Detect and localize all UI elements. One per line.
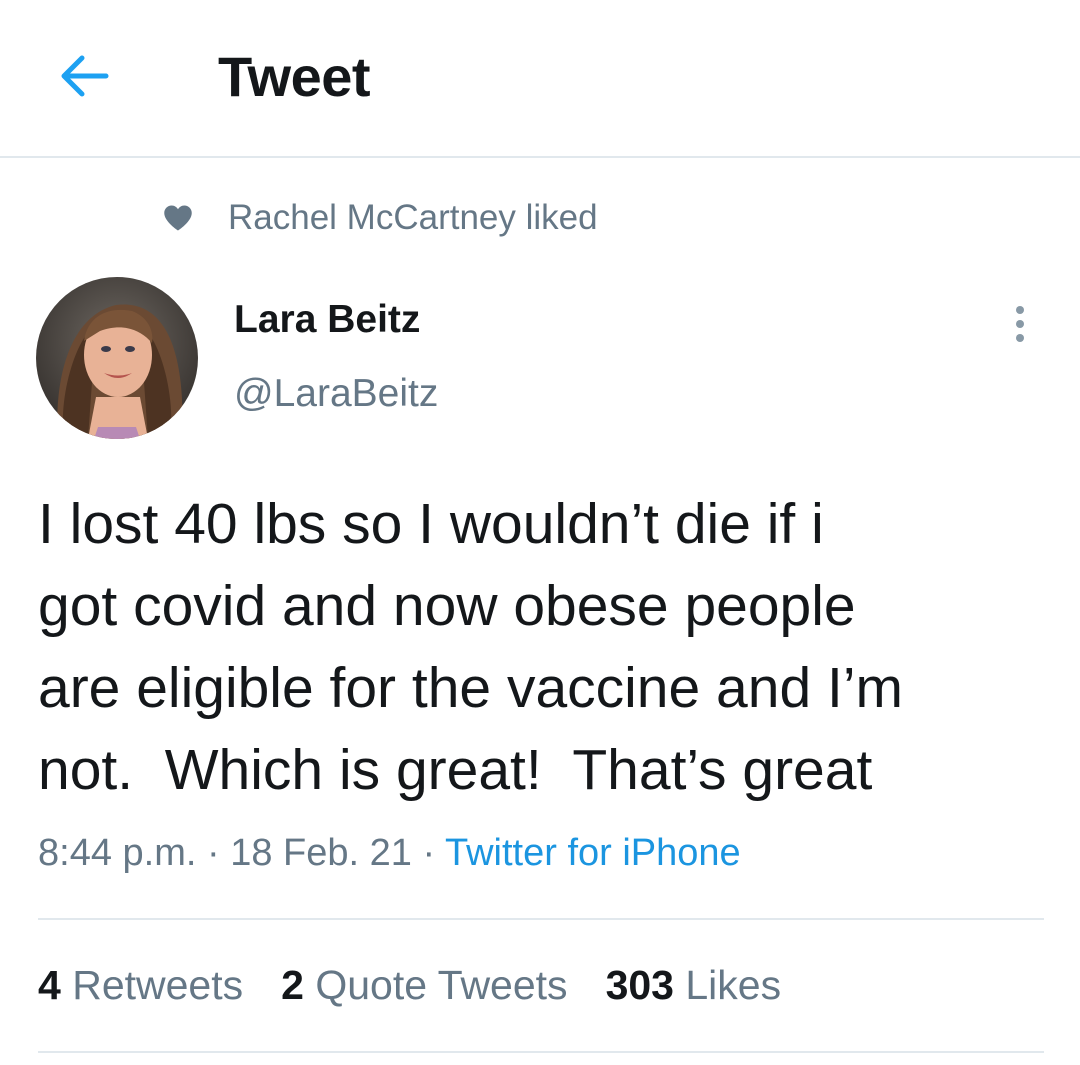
tweet-source-link[interactable]: Twitter for iPhone xyxy=(445,832,741,874)
quote-tweets-stat[interactable]: 2 Quote Tweets xyxy=(281,962,567,1009)
avatar[interactable] xyxy=(36,277,198,439)
likes-label: Likes xyxy=(673,962,782,1008)
author-handle[interactable]: @LaraBeitz xyxy=(234,372,438,416)
retweets-stat[interactable]: 4 Retweets xyxy=(38,962,243,1009)
heart-icon xyxy=(162,202,194,234)
quote-tweets-label: Quote Tweets xyxy=(303,962,568,1008)
tweet-stats: 4 Retweets 2 Quote Tweets 303 Likes xyxy=(38,962,819,1009)
back-button[interactable] xyxy=(52,48,116,104)
divider xyxy=(38,1051,1044,1053)
more-vertical-icon[interactable] xyxy=(994,298,1046,350)
author-name[interactable]: Lara Beitz xyxy=(234,298,420,342)
meta-separator: · xyxy=(411,832,445,874)
quote-tweets-count: 2 xyxy=(281,962,304,1008)
app-header: Tweet xyxy=(0,0,1080,158)
page-title: Tweet xyxy=(218,45,371,108)
tweet-date: 18 Feb. 21 xyxy=(230,832,412,874)
meta-separator: · xyxy=(196,832,231,874)
tweet-time: 8:44 p.m. xyxy=(38,832,197,874)
likes-stat[interactable]: 303 Likes xyxy=(606,962,782,1009)
tweet-meta: 8:44 p.m. · 18 Feb. 21 · Twitter for iPh… xyxy=(38,832,741,875)
social-context-text: Rachel McCartney liked xyxy=(228,198,598,237)
more-dot xyxy=(1016,334,1024,342)
arrow-left-icon xyxy=(61,55,109,97)
divider xyxy=(38,918,1044,920)
more-dot xyxy=(1016,320,1024,328)
retweets-label: Retweets xyxy=(60,962,244,1008)
social-context: Rachel McCartney liked xyxy=(162,194,598,242)
tweet-text: I lost 40 lbs so I wouldn’t die if i got… xyxy=(38,492,903,802)
more-dot xyxy=(1016,306,1024,314)
retweets-count: 4 xyxy=(38,962,61,1008)
likes-count: 303 xyxy=(605,962,674,1008)
